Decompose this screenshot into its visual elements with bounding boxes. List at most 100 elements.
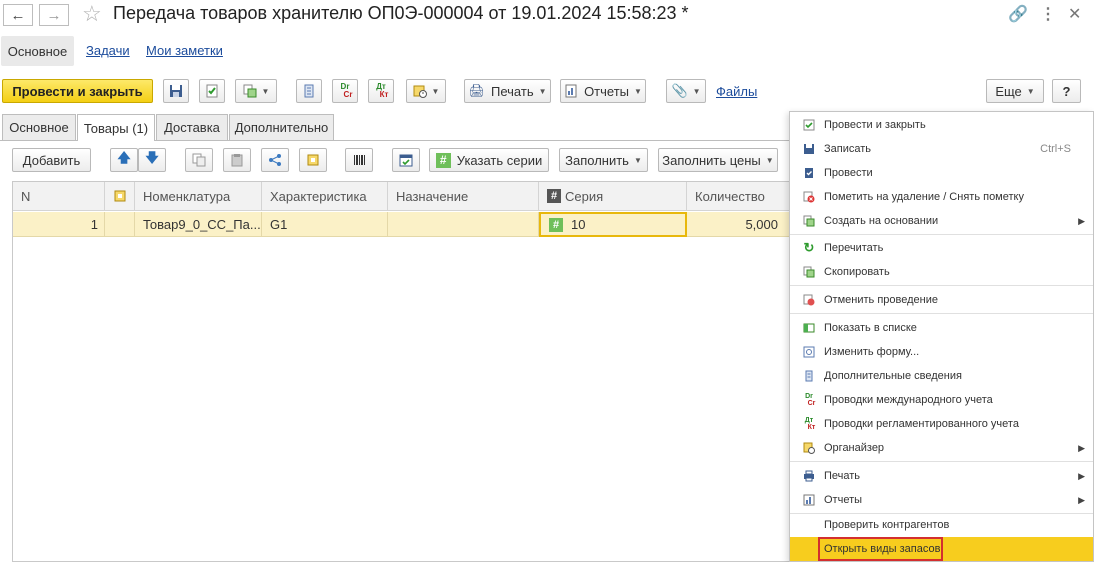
- column-header-purpose[interactable]: Назначение: [388, 182, 539, 211]
- menu-item-label: Открыть виды запасов: [824, 543, 941, 555]
- cell-characteristic[interactable]: G1: [262, 212, 388, 237]
- menu-item-post[interactable]: Провести: [790, 161, 1093, 185]
- menu-separator: [790, 313, 1093, 314]
- chevron-right-icon: ▶: [1078, 494, 1085, 505]
- paste-button[interactable]: [223, 148, 251, 172]
- attachments-button[interactable]: 📎 ▼: [666, 79, 706, 103]
- menu-item-create-based[interactable]: Создать на основании ▶: [790, 209, 1093, 233]
- subnav-tasks[interactable]: Задачи: [86, 43, 130, 58]
- add-row-button[interactable]: Добавить: [12, 148, 91, 172]
- menu-item-label: Провести и закрыть: [824, 119, 926, 131]
- post-and-close-button[interactable]: Провести и закрыть: [2, 79, 153, 103]
- menu-item-save[interactable]: Записать Ctrl+S: [790, 137, 1093, 161]
- column-header-series[interactable]: # Серия: [539, 182, 687, 211]
- paperclip-icon: 📎: [671, 83, 688, 98]
- back-button[interactable]: ←: [3, 4, 33, 26]
- menu-item-print[interactable]: Печать ▶: [790, 464, 1093, 488]
- create-based-button[interactable]: ▼: [235, 79, 277, 103]
- specify-series-label: Указать серии: [456, 152, 543, 168]
- column-header-icon[interactable]: [105, 182, 135, 211]
- specify-series-button[interactable]: # Указать серии: [429, 148, 549, 172]
- move-up-button[interactable]: 🡅: [110, 148, 138, 172]
- chevron-right-icon: ▶: [1078, 215, 1085, 226]
- dr-cr-icon: Dr Cr: [805, 393, 816, 407]
- menu-item-reg-postings[interactable]: Дт Кт Проводки регламентированного учета: [790, 412, 1093, 436]
- fill-prices-button[interactable]: Заполнить цены ▼: [658, 148, 778, 172]
- caret-down-icon: ▼: [538, 86, 547, 96]
- organizer-icon: [413, 85, 427, 98]
- menu-item-label: Перечитать: [824, 242, 884, 254]
- more-vertical-icon[interactable]: ⋮: [1040, 4, 1056, 24]
- create-based-icon: [802, 214, 816, 228]
- cancel-post-icon: [802, 293, 816, 307]
- fill-button[interactable]: Заполнить ▼: [559, 148, 648, 172]
- subnav-main[interactable]: Основное: [1, 36, 74, 66]
- check-button[interactable]: [392, 148, 420, 172]
- column-header-n[interactable]: N: [13, 182, 105, 211]
- cell-quantity[interactable]: 5,000: [687, 212, 793, 237]
- printer-icon: 🖨: [468, 83, 485, 98]
- tab-goods[interactable]: Товары (1): [77, 114, 155, 141]
- column-header-quantity[interactable]: Количество: [687, 182, 793, 211]
- goods-table[interactable]: N Номенклатура Характеристика Назначение…: [12, 181, 793, 562]
- menu-item-label: Показать в списке: [824, 322, 917, 334]
- print-button[interactable]: 🖨 Печать ▼: [464, 79, 551, 103]
- menu-item-copy[interactable]: Скопировать: [790, 260, 1093, 284]
- post-check-icon: [802, 118, 816, 132]
- menu-item-additional-info[interactable]: Дополнительные сведения: [790, 364, 1093, 388]
- menu-item-mark-delete[interactable]: Пометить на удаление / Снять пометку: [790, 185, 1093, 209]
- fill-prices-label: Заполнить цены: [662, 152, 761, 168]
- reg-postings-button[interactable]: Дт Кт: [368, 79, 394, 103]
- menu-item-intl-postings[interactable]: Dr Cr Проводки международного учета: [790, 388, 1093, 412]
- link-icon[interactable]: 🔗: [1008, 4, 1028, 24]
- report-icon: [802, 493, 816, 507]
- menu-item-check-counterparties[interactable]: Проверить контрагентов: [790, 513, 1093, 537]
- series-value: 10: [571, 217, 586, 232]
- menu-item-label: Записать: [824, 143, 872, 155]
- intl-postings-button[interactable]: Dr Cr: [332, 79, 358, 103]
- more-button[interactable]: Еще ▼: [986, 79, 1044, 103]
- reports-button[interactable]: Отчеты ▼: [560, 79, 646, 103]
- menu-item-reports[interactable]: Отчеты ▶: [790, 488, 1093, 512]
- forward-button[interactable]: →: [39, 4, 69, 26]
- cell-n[interactable]: 1: [13, 212, 105, 237]
- column-header-characteristic[interactable]: Характеристика: [262, 182, 388, 211]
- tab-delivery[interactable]: Доставка: [156, 114, 228, 140]
- menu-item-reread[interactable]: ↻ Перечитать: [790, 236, 1093, 260]
- copy-row-button[interactable]: [185, 148, 213, 172]
- menu-item-show-in-list[interactable]: Показать в списке: [790, 316, 1093, 340]
- files-link[interactable]: Файлы: [716, 84, 757, 99]
- save-button[interactable]: [163, 79, 189, 103]
- tab-main[interactable]: Основное: [2, 114, 76, 140]
- cell-purpose[interactable]: [388, 212, 539, 237]
- move-down-button[interactable]: 🡇: [138, 148, 166, 172]
- additional-info-button[interactable]: [296, 79, 322, 103]
- column-header-nomenclature[interactable]: Номенклатура: [135, 182, 262, 211]
- dt-kt-icon: Дт Кт: [804, 417, 816, 431]
- barcode-button[interactable]: [345, 148, 373, 172]
- subnav-notes[interactable]: Мои заметки: [146, 43, 223, 58]
- tab-additional[interactable]: Дополнительно: [229, 114, 334, 140]
- menu-item-label: Печать: [824, 470, 861, 482]
- organizer-button[interactable]: ▼: [406, 79, 446, 103]
- cell-series[interactable]: #10: [539, 212, 687, 237]
- copy-icon: [192, 153, 206, 167]
- menu-item-open-stock-types[interactable]: Открыть виды запасов: [790, 537, 1093, 561]
- cell-icon[interactable]: [105, 212, 135, 237]
- post-button[interactable]: [199, 79, 225, 103]
- help-button[interactable]: ?: [1052, 79, 1081, 103]
- share-button[interactable]: [261, 148, 289, 172]
- menu-item-label: Провести: [824, 167, 873, 179]
- series-hash-icon: #: [435, 152, 451, 168]
- close-icon[interactable]: ✕: [1068, 4, 1081, 24]
- menu-item-post-close[interactable]: Провести и закрыть: [790, 113, 1093, 137]
- floppy-icon: [170, 85, 182, 97]
- select-item-button[interactable]: [299, 148, 327, 172]
- menu-item-organizer[interactable]: Органайзер ▶: [790, 436, 1093, 460]
- menu-item-change-form[interactable]: Изменить форму...: [790, 340, 1093, 364]
- menu-item-cancel-posting[interactable]: Отменить проведение: [790, 288, 1093, 312]
- dt-icon-bottom: Кт: [379, 90, 389, 99]
- dr-icon-bottom: Cr: [343, 90, 353, 99]
- cell-nomenclature[interactable]: Товар9_0_СС_Па...: [135, 212, 262, 237]
- favorite-star-icon[interactable]: ☆: [82, 1, 102, 27]
